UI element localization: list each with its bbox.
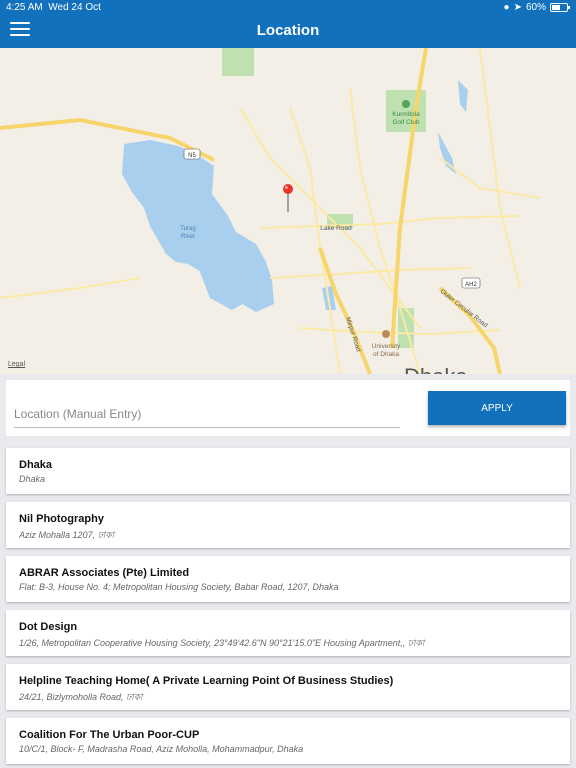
top-bar: 4:25 AM Wed 24 Oct ● ➤ 60% Location — [0, 0, 576, 48]
park-area — [222, 48, 254, 76]
location-name: ABRAR Associates (Pte) Limited — [19, 567, 190, 579]
map-label-n5: N5 — [188, 153, 196, 159]
map-label-mirpur-road: Mirpur Road — [344, 316, 362, 353]
location-item[interactable]: Nil Photography Aziz Mohalla 1207, ঢাকা — [6, 502, 570, 548]
location-item[interactable]: Helpline Teaching Home( A Private Learni… — [6, 664, 570, 710]
wifi-icon: ● — [503, 2, 510, 13]
location-name: Nil Photography — [19, 513, 104, 525]
lake-area — [458, 80, 468, 112]
location-name: Dot Design — [19, 621, 78, 633]
battery-icon — [550, 3, 570, 12]
location-address: Dhaka — [19, 474, 46, 484]
battery-percent: 60% — [525, 2, 546, 13]
map-label-turag-2: River — [181, 234, 195, 240]
location-address: 24/21, Bizlymoholla Road, ঢাকা — [19, 692, 143, 702]
map-pin-icon[interactable] — [283, 184, 293, 212]
location-address: Aziz Mohalla 1207, ঢাকা — [19, 530, 115, 540]
location-arrow-icon: ➤ — [513, 2, 522, 13]
battery-fill — [552, 5, 560, 10]
location-item[interactable]: Dhaka Dhaka — [6, 448, 570, 494]
status-time: 4:25 AM — [6, 2, 43, 13]
map-label-kurmitola-1: Kurmitola — [392, 111, 420, 118]
status-time-date: 4:25 AM Wed 24 Oct — [6, 2, 101, 13]
location-address: Flat: B-3, House No. 4; Metropolitan Hou… — [19, 582, 339, 592]
map-label-dhaka: Dhaka — [404, 364, 468, 374]
page-title: Location — [256, 22, 320, 39]
river-area — [122, 140, 274, 312]
apply-button[interactable]: APPLY — [428, 391, 566, 425]
map-legal-link[interactable]: Legal — [8, 361, 25, 368]
location-name: Coalition For The Urban Poor-CUP — [19, 729, 200, 741]
location-name: Dhaka — [19, 459, 53, 471]
location-input[interactable] — [14, 400, 400, 428]
map-label-university-2: of Dhaka — [373, 351, 399, 358]
map-label-kurmitola-2: Golf Club — [392, 119, 419, 126]
location-name: Helpline Teaching Home( A Private Learni… — [19, 675, 394, 687]
map-label-turag-1: Turag — [180, 226, 195, 232]
manual-entry-panel: APPLY — [6, 380, 570, 436]
map-view[interactable]: N5 AH2 Kurmitola Golf Club Turag River L… — [0, 48, 576, 374]
location-address: 1/26, Metropolitan Cooperative Housing S… — [19, 638, 425, 648]
status-bar: 4:25 AM Wed 24 Oct ● ➤ 60% — [0, 0, 576, 16]
location-list: Dhaka Dhaka Nil Photography Aziz Mohalla 12… — [6, 448, 570, 768]
map-label-outer-circular: Outer Circular Road — [439, 288, 489, 329]
status-right: ● ➤ 60% — [503, 2, 570, 13]
university-icon — [382, 330, 390, 338]
location-item[interactable]: Dot Design 1/26, Metropolitan Cooperative… — [6, 610, 570, 656]
map-canvas: N5 AH2 Kurmitola Golf Club Turag River L… — [0, 48, 541, 374]
map-label-ah2: AH2 — [465, 282, 477, 288]
location-item[interactable]: ABRAR Associates (Pte) Limited Flat: B-3,… — [6, 556, 570, 602]
location-address: 10/C/1, Block- F, Madrasha Road, Aziz Mo… — [19, 744, 304, 754]
golf-icon — [402, 100, 410, 108]
status-date: Wed 24 Oct — [48, 2, 101, 13]
minor-roads — [0, 48, 541, 374]
location-item[interactable]: Coalition For The Urban Poor-CUP 10/C/1, … — [6, 718, 570, 764]
map-label-lake-road: Lake Road — [320, 225, 352, 232]
map-label-university-1: University — [372, 343, 401, 350]
